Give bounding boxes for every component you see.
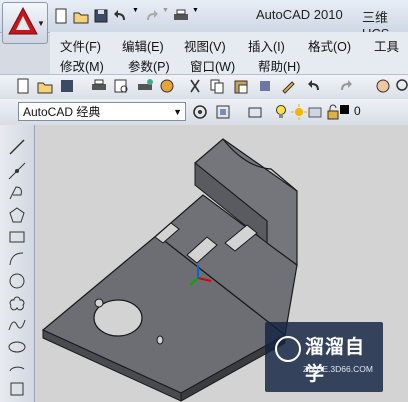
plot-preview-icon[interactable] (112, 77, 130, 95)
app-title: AutoCAD 2010 (256, 7, 343, 22)
autocad-logo-icon (8, 7, 38, 35)
qa-customize-dropdown-icon[interactable]: ▼ (192, 7, 200, 25)
new-file-icon[interactable] (52, 7, 70, 25)
undo-dropdown-icon[interactable]: ▼ (132, 7, 140, 25)
line-icon[interactable] (7, 137, 27, 157)
match-properties-icon[interactable] (256, 77, 274, 95)
workspace-value: AutoCAD 经典 (23, 105, 101, 119)
menu-insert[interactable]: 插入(I) (248, 36, 285, 55)
pan-icon[interactable] (374, 77, 392, 95)
menu-view[interactable]: 视图(V) (184, 36, 226, 55)
menu-help[interactable]: 帮助(H) (258, 56, 300, 75)
workspace-select[interactable]: AutoCAD 经典 ▼ (18, 102, 186, 121)
menu-file[interactable]: 文件(F) (60, 36, 101, 55)
ellipse-icon[interactable] (7, 337, 27, 357)
undo-icon[interactable] (306, 77, 324, 95)
plot-icon[interactable] (172, 7, 190, 25)
draw-toolbar (0, 125, 35, 402)
arc-icon[interactable] (7, 249, 27, 269)
publish-icon[interactable] (136, 77, 154, 95)
spline-icon[interactable] (7, 315, 27, 335)
plot-icon[interactable] (90, 77, 108, 95)
watermark-text: 溜溜自学 (305, 337, 366, 385)
new-file-icon[interactable] (14, 77, 32, 95)
circle-icon[interactable] (7, 271, 27, 291)
block-editor-icon[interactable] (280, 77, 298, 95)
menu-modify[interactable]: 修改(M) (60, 56, 104, 75)
cut-icon[interactable] (186, 77, 204, 95)
customize-icon[interactable] (214, 103, 232, 121)
save-icon[interactable] (92, 7, 110, 25)
construction-line-icon[interactable] (7, 161, 27, 181)
revision-cloud-icon[interactable] (7, 293, 27, 313)
layer-on-bulb-icon[interactable] (272, 103, 290, 121)
menu-window[interactable]: 窗口(W) (190, 56, 235, 75)
open-folder-icon[interactable] (72, 7, 90, 25)
chevron-down-icon: ▼ (173, 107, 182, 117)
redo-icon[interactable] (336, 77, 354, 95)
copy-icon[interactable] (208, 77, 226, 95)
application-menu-button[interactable]: ▼ (2, 2, 48, 44)
redo-icon[interactable] (142, 7, 160, 25)
watermark-url: ZIXUE.3D66.COM (303, 364, 373, 374)
insert-block-icon[interactable] (7, 379, 27, 399)
save-icon[interactable] (58, 77, 76, 95)
chevron-down-icon: ▼ (37, 19, 45, 28)
paste-icon[interactable] (232, 77, 250, 95)
rectangle-icon[interactable] (7, 227, 27, 247)
layer-manager-icon[interactable] (246, 103, 264, 121)
polyline-icon[interactable] (7, 183, 27, 203)
layer-viewport-freeze-icon[interactable] (306, 103, 324, 121)
quick-access-toolbar: ▼ ▼ ▼ (52, 6, 200, 26)
watermark: 溜溜自学 ZIXUE.3D66.COM (265, 322, 383, 392)
play-logo-icon (275, 336, 301, 362)
3d-dwf-icon[interactable] (158, 77, 176, 95)
open-folder-icon[interactable] (36, 77, 54, 95)
layer-name[interactable]: 0 (354, 104, 361, 118)
zoom-icon[interactable] (394, 77, 408, 95)
polygon-icon[interactable] (7, 205, 27, 225)
menu-tools[interactable]: 工具 (374, 36, 399, 55)
menu-format[interactable]: 格式(O) (308, 36, 351, 55)
menu-parametric[interactable]: 参数(P) (128, 56, 170, 75)
menu-edit[interactable]: 编辑(E) (122, 36, 164, 55)
ellipse-arc-icon[interactable] (7, 359, 27, 379)
redo-dropdown-icon[interactable]: ▼ (162, 7, 170, 25)
undo-icon[interactable] (112, 7, 130, 25)
workspace-settings-icon[interactable] (191, 103, 209, 121)
